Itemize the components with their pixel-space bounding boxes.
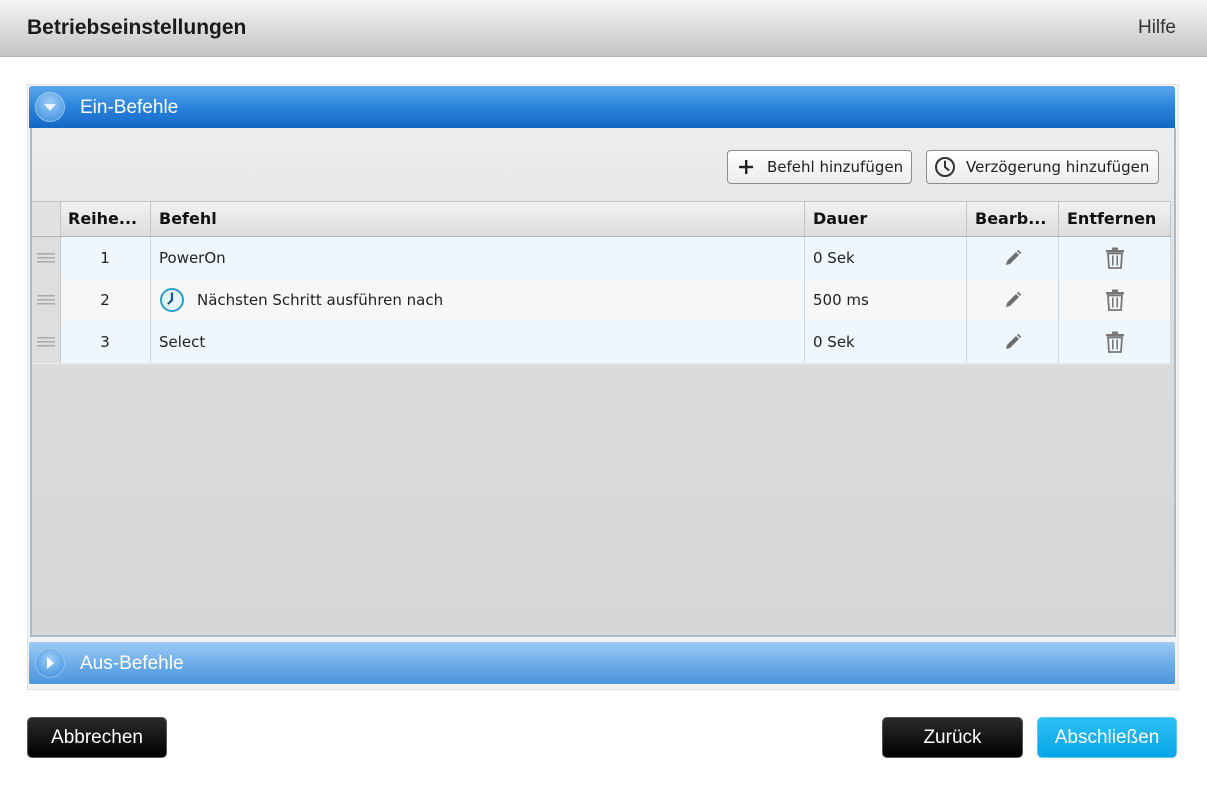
row-command: PowerOn — [151, 237, 805, 279]
column-header-edit[interactable]: Bearb... — [967, 202, 1059, 236]
edit-button[interactable] — [967, 321, 1059, 363]
expand-arrow-icon[interactable] — [35, 648, 65, 678]
row-command: Nächsten Schritt ausführen nach — [197, 291, 444, 309]
finish-button[interactable]: Abschließen — [1037, 717, 1177, 758]
section-header-off-commands[interactable]: Aus-Befehle — [29, 642, 1175, 684]
drag-handle-icon[interactable] — [32, 279, 61, 321]
pencil-icon — [1005, 249, 1021, 265]
add-delay-button[interactable]: Verzögerung hinzufügen — [926, 150, 1159, 184]
commands-table: Reihe... Befehl Dauer Bearb... Entfernen… — [32, 201, 1171, 364]
back-button[interactable]: Zurück — [882, 717, 1023, 758]
table-row[interactable]: 3 Select 0 Sek — [32, 321, 1171, 364]
add-command-button[interactable]: Befehl hinzufügen — [727, 150, 912, 184]
trash-icon — [1105, 331, 1124, 353]
row-command-cell: Nächsten Schritt ausführen nach — [151, 279, 805, 321]
pencil-icon — [1005, 291, 1021, 307]
window-title: Betriebseinstellungen — [27, 16, 247, 39]
column-header-duration[interactable]: Dauer — [805, 202, 967, 236]
section-label-on-commands: Ein-Befehle — [80, 97, 179, 118]
clock-icon — [934, 156, 956, 178]
section-header-on-commands[interactable]: Ein-Befehle — [29, 86, 1175, 128]
add-delay-label: Verzögerung hinzufügen — [966, 158, 1150, 176]
remove-button[interactable] — [1059, 321, 1171, 363]
plus-icon — [735, 156, 757, 178]
help-link[interactable]: Hilfe — [1138, 17, 1176, 39]
edit-button[interactable] — [967, 237, 1059, 279]
table-row[interactable]: 2 Nächsten Schritt ausführen nach 500 ms — [32, 279, 1171, 322]
column-header-command[interactable]: Befehl — [151, 202, 805, 236]
table-header: Reihe... Befehl Dauer Bearb... Entfernen — [32, 202, 1171, 237]
row-order: 1 — [60, 237, 151, 279]
trash-icon — [1105, 247, 1124, 269]
remove-button[interactable] — [1059, 279, 1171, 321]
row-order: 2 — [60, 279, 151, 321]
add-command-label: Befehl hinzufügen — [767, 158, 904, 176]
edit-button[interactable] — [967, 279, 1059, 321]
pencil-icon — [1005, 333, 1021, 349]
drag-handle-icon[interactable] — [32, 237, 61, 279]
row-order: 3 — [60, 321, 151, 363]
remove-button[interactable] — [1059, 237, 1171, 279]
collapse-arrow-icon[interactable] — [35, 92, 65, 122]
row-duration: 500 ms — [805, 279, 967, 321]
row-duration: 0 Sek — [805, 321, 967, 363]
cancel-button[interactable]: Abbrechen — [27, 717, 167, 758]
delay-clock-icon — [160, 288, 184, 312]
drag-handle-icon[interactable] — [32, 321, 61, 363]
column-header-remove[interactable]: Entfernen — [1059, 202, 1171, 236]
row-duration: 0 Sek — [805, 237, 967, 279]
section-label-off-commands: Aus-Befehle — [80, 653, 184, 674]
column-header-order[interactable]: Reihe... — [60, 202, 151, 236]
title-bar: Betriebseinstellungen Hilfe — [0, 0, 1207, 57]
trash-icon — [1105, 289, 1124, 311]
table-row[interactable]: 1 PowerOn 0 Sek — [32, 237, 1171, 280]
row-command: Select — [151, 321, 805, 363]
